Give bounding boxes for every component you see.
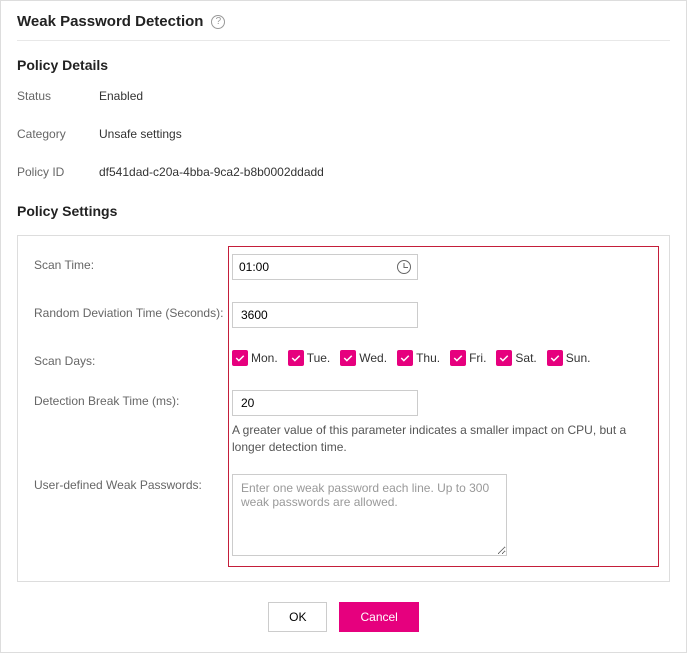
- scan-time-row: Scan Time:: [34, 254, 653, 280]
- break-time-hint: A greater value of this parameter indica…: [232, 422, 653, 456]
- day-label-fri: Fri.: [469, 351, 486, 365]
- day-label-mon: Mon.: [251, 351, 278, 365]
- checkbox-mon[interactable]: [232, 350, 248, 366]
- checkbox-sat[interactable]: [496, 350, 512, 366]
- day-label-sun: Sun.: [566, 351, 591, 365]
- checkbox-tue[interactable]: [288, 350, 304, 366]
- weak-passwords-row: User-defined Weak Passwords:: [34, 474, 653, 559]
- ok-button[interactable]: OK: [268, 602, 327, 632]
- weak-passwords-label: User-defined Weak Passwords:: [34, 474, 232, 492]
- button-row: OK Cancel: [17, 602, 670, 632]
- day-item-tue: Tue.: [288, 350, 331, 366]
- break-time-row: Detection Break Time (ms): A greater val…: [34, 390, 653, 456]
- category-label: Category: [17, 127, 99, 141]
- settings-box: Scan Time: Random Deviation Time (Second…: [17, 235, 670, 582]
- category-row: Category Unsafe settings: [17, 127, 670, 141]
- day-label-tue: Tue.: [307, 351, 331, 365]
- random-deviation-label: Random Deviation Time (Seconds):: [34, 302, 232, 320]
- scan-time-input[interactable]: [239, 256, 309, 278]
- scan-time-label: Scan Time:: [34, 254, 232, 272]
- policy-id-label: Policy ID: [17, 165, 99, 179]
- break-time-input[interactable]: [232, 390, 418, 416]
- days-checkbox-group: Mon. Tue. Wed. Thu.: [232, 350, 653, 366]
- category-value: Unsafe settings: [99, 127, 182, 141]
- page-title: Weak Password Detection: [17, 13, 203, 30]
- help-icon[interactable]: ?: [211, 15, 225, 29]
- random-deviation-input[interactable]: [232, 302, 418, 328]
- cancel-button[interactable]: Cancel: [339, 602, 418, 632]
- day-item-wed: Wed.: [340, 350, 387, 366]
- random-deviation-row: Random Deviation Time (Seconds):: [34, 302, 653, 328]
- panel-header: Weak Password Detection ?: [17, 13, 670, 41]
- checkbox-wed[interactable]: [340, 350, 356, 366]
- policy-id-value: df541dad-c20a-4bba-9ca2-b8b0002ddadd: [99, 165, 324, 179]
- day-label-thu: Thu.: [416, 351, 440, 365]
- clock-icon[interactable]: [397, 260, 411, 274]
- scan-days-row: Scan Days: Mon. Tue. Wed.: [34, 350, 653, 368]
- day-label-wed: Wed.: [359, 351, 387, 365]
- checkbox-fri[interactable]: [450, 350, 466, 366]
- status-label: Status: [17, 89, 99, 103]
- policy-panel: Weak Password Detection ? Policy Details…: [0, 0, 687, 653]
- break-time-label: Detection Break Time (ms):: [34, 390, 232, 408]
- day-item-sun: Sun.: [547, 350, 591, 366]
- day-item-mon: Mon.: [232, 350, 278, 366]
- status-row: Status Enabled: [17, 89, 670, 103]
- status-value: Enabled: [99, 89, 143, 103]
- policy-id-row: Policy ID df541dad-c20a-4bba-9ca2-b8b000…: [17, 165, 670, 179]
- day-label-sat: Sat.: [515, 351, 536, 365]
- day-item-sat: Sat.: [496, 350, 536, 366]
- scan-days-label: Scan Days:: [34, 350, 232, 368]
- policy-details-heading: Policy Details: [17, 57, 670, 73]
- day-item-thu: Thu.: [397, 350, 440, 366]
- day-item-fri: Fri.: [450, 350, 486, 366]
- policy-settings-heading: Policy Settings: [17, 203, 670, 219]
- weak-passwords-textarea[interactable]: [232, 474, 507, 556]
- checkbox-sun[interactable]: [547, 350, 563, 366]
- checkbox-thu[interactable]: [397, 350, 413, 366]
- scan-time-input-wrapper[interactable]: [232, 254, 418, 280]
